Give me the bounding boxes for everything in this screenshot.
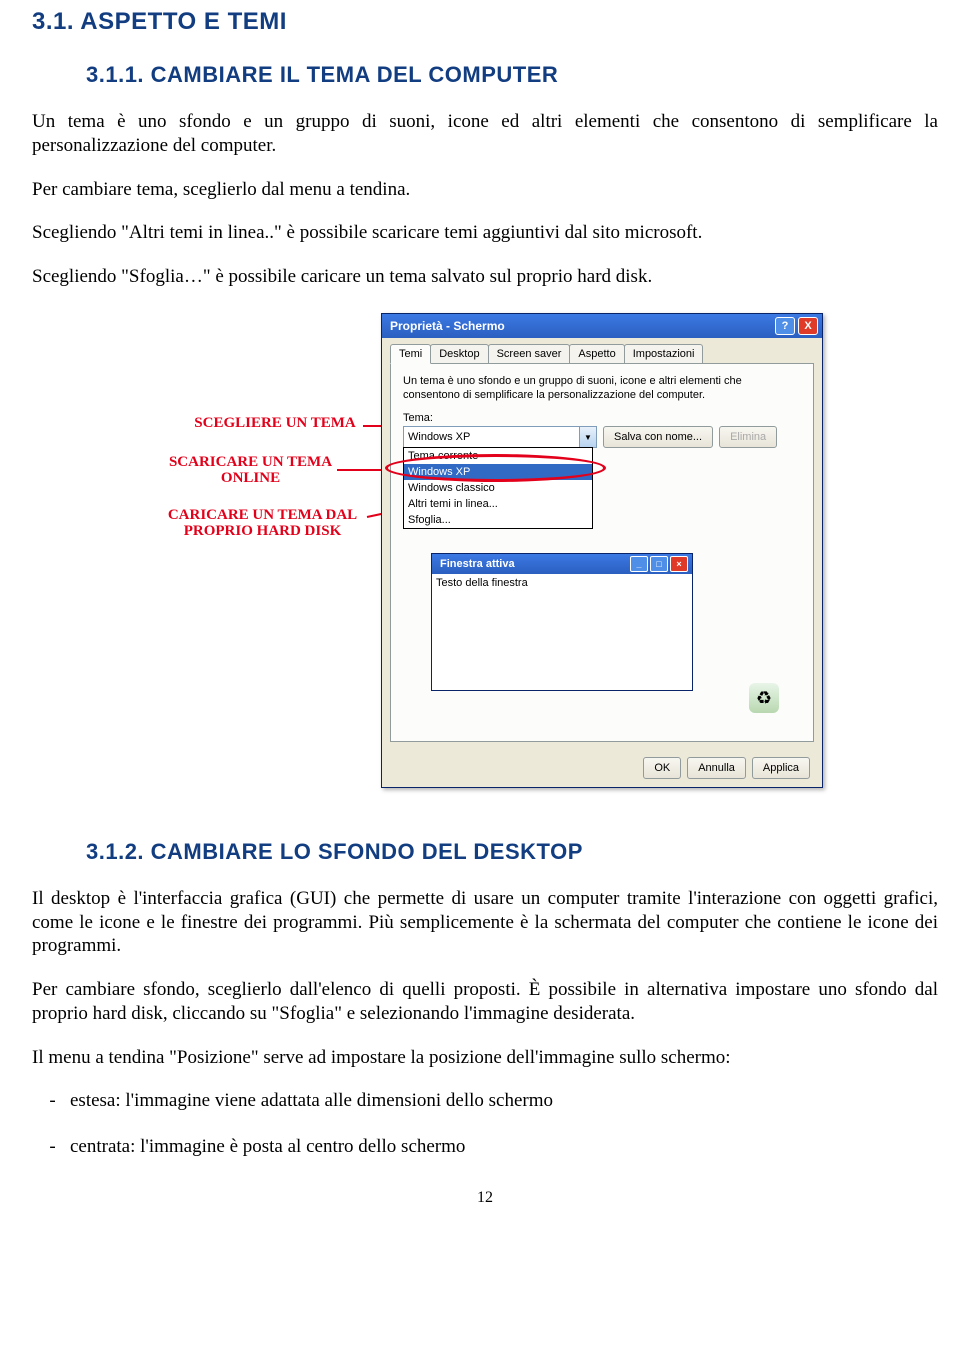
heading-main: 3.1. ASPETTO E TEMI bbox=[32, 8, 938, 36]
tema-label: Tema: bbox=[403, 412, 801, 424]
position-list: estesa: l'immagine viene adattata alle d… bbox=[32, 1089, 938, 1159]
cancel-button[interactable]: Annulla bbox=[687, 757, 746, 779]
maximize-icon[interactable]: □ bbox=[650, 556, 668, 572]
heading-sub-311: 3.1.1. CAMBIARE IL TEMA DEL COMPUTER bbox=[32, 62, 938, 88]
tab-screensaver[interactable]: Screen saver bbox=[488, 344, 571, 364]
dropdown-item-altri-temi[interactable]: Altri temi in linea... bbox=[404, 496, 592, 512]
theme-dropdown-list: Tema corrente Windows XP Windows classic… bbox=[403, 447, 593, 529]
chevron-down-icon[interactable]: ▼ bbox=[579, 427, 596, 447]
dropdown-item-tema-corrente[interactable]: Tema corrente bbox=[404, 448, 592, 464]
annotation-choose-theme: SCEGLIERE UN TEMA bbox=[185, 415, 365, 432]
tab-desktop[interactable]: Desktop bbox=[430, 344, 488, 364]
dialog-titlebar[interactable]: Proprietà - Schermo ? X bbox=[382, 314, 822, 338]
delete-button[interactable]: Elimina bbox=[719, 426, 777, 448]
ok-button[interactable]: OK bbox=[643, 757, 681, 779]
list-item-centrata: centrata: l'immagine è posta al centro d… bbox=[70, 1135, 938, 1159]
apply-button[interactable]: Applica bbox=[752, 757, 810, 779]
paragraph-2: Per cambiare tema, sceglierlo dal menu a… bbox=[32, 178, 938, 202]
annotation-download-theme: SCARICARE UN TEMA ONLINE bbox=[163, 454, 338, 487]
paragraph-6: Per cambiare sfondo, sceglierlo dall'ele… bbox=[32, 978, 938, 1026]
preview-window-titlebar: Finestra attiva _ □ × bbox=[432, 554, 692, 574]
annotation-load-theme: CARICARE UN TEMA DAL PROPRIO HARD DISK bbox=[155, 507, 370, 540]
paragraph-5: Il desktop è l'interfaccia grafica (GUI)… bbox=[32, 887, 938, 958]
tab-strip: Temi Desktop Screen saver Aspetto Impost… bbox=[382, 338, 822, 364]
close-button[interactable]: X bbox=[798, 317, 818, 335]
paragraph-intro: Un tema è uno sfondo e un gruppo di suon… bbox=[32, 110, 938, 158]
paragraph-3: Scegliendo "Altri temi in linea.." è pos… bbox=[32, 221, 938, 245]
help-button[interactable]: ? bbox=[775, 317, 795, 335]
preview-window-body: Testo della finestra bbox=[432, 574, 692, 690]
preview-window-title: Finestra attiva bbox=[440, 558, 628, 570]
tab-impostazioni[interactable]: Impostazioni bbox=[624, 344, 704, 364]
dropdown-item-sfoglia[interactable]: Sfoglia... bbox=[404, 512, 592, 528]
combo-value: Windows XP bbox=[408, 431, 470, 443]
list-item-estesa: estesa: l'immagine viene adattata alle d… bbox=[70, 1089, 938, 1113]
dropdown-item-windows-classico[interactable]: Windows classico bbox=[404, 480, 592, 496]
minimize-icon[interactable]: _ bbox=[630, 556, 648, 572]
save-as-button[interactable]: Salva con nome... bbox=[603, 426, 713, 448]
tab-body-temi: Un tema è uno sfondo e un gruppo di suon… bbox=[390, 363, 814, 743]
paragraph-7: Il menu a tendina "Posizione" serve ad i… bbox=[32, 1046, 938, 1070]
recycle-bin-icon: ♻ bbox=[749, 683, 779, 713]
tab-description: Un tema è uno sfondo e un gruppo di suon… bbox=[403, 374, 801, 403]
heading-sub-312: 3.1.2. CAMBIARE LO SFONDO DEL DESKTOP bbox=[32, 839, 938, 865]
dialog-button-row: OK Annulla Applica bbox=[382, 751, 822, 787]
dialog-title: Proprietà - Schermo bbox=[390, 319, 775, 333]
tab-aspetto[interactable]: Aspetto bbox=[569, 344, 624, 364]
theme-combobox[interactable]: Windows XP ▼ bbox=[403, 426, 597, 448]
close-icon[interactable]: × bbox=[670, 556, 688, 572]
display-properties-dialog: Proprietà - Schermo ? X Temi Desktop Scr… bbox=[381, 313, 823, 789]
preview-window: Finestra attiva _ □ × Testo della finest… bbox=[431, 553, 693, 691]
paragraph-4: Scegliendo "Sfoglia…" è possibile carica… bbox=[32, 265, 938, 289]
tab-temi[interactable]: Temi bbox=[390, 344, 431, 364]
figure-container: SCEGLIERE UN TEMA SCARICARE UN TEMA ONLI… bbox=[32, 309, 938, 809]
page-number: 12 bbox=[32, 1189, 938, 1207]
dropdown-item-windows-xp[interactable]: Windows XP bbox=[404, 464, 592, 480]
